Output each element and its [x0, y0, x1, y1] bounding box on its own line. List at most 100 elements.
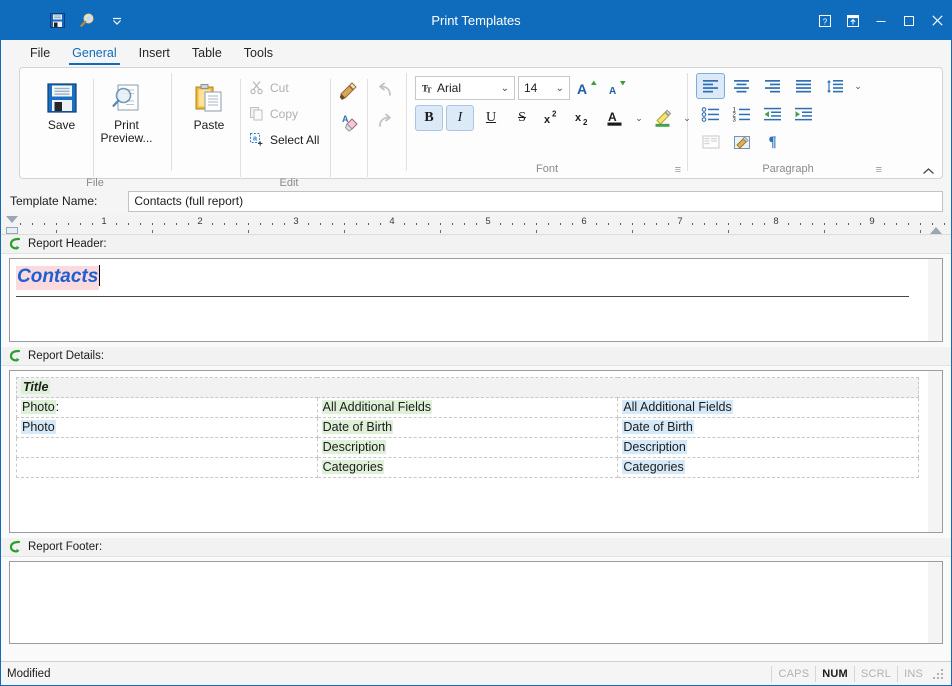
paragraph-row-3: ¶ — [696, 129, 787, 155]
cell-dob-blue[interactable]: Date of Birth — [617, 417, 919, 438]
font-dialog-launcher[interactable]: ≡ — [675, 165, 681, 176]
bullets-button[interactable] — [696, 101, 725, 127]
shrink-font-button[interactable]: A — [604, 75, 632, 101]
decrease-indent-button[interactable] — [758, 101, 787, 127]
font-color-button[interactable]: A — [601, 105, 629, 131]
select-all-button[interactable]: a Select All — [243, 127, 326, 152]
font-size-combo[interactable]: 14 ⌄ — [518, 76, 570, 100]
ribbon-display-options-button[interactable] — [839, 1, 867, 40]
clear-formatting-button[interactable]: A — [334, 108, 362, 136]
save-button[interactable]: Save — [31, 73, 93, 159]
cell-photo-label[interactable]: Photo: — [16, 397, 318, 418]
ruler-tick — [116, 223, 117, 225]
format-painter-button[interactable] — [334, 77, 362, 105]
table-row-title[interactable]: Title — [16, 377, 919, 398]
details-table[interactable]: Title Photo: All Additional Fields All A… — [16, 377, 919, 478]
section-header-report-details[interactable]: Report Details: — [1, 347, 951, 366]
field-description: Description — [321, 440, 387, 454]
status-ins[interactable]: INS — [897, 665, 929, 682]
ruler-number: 1 — [101, 216, 107, 227]
paragraph-dialog-launcher[interactable]: ≡ — [876, 165, 882, 176]
cell-additional-fields-blue[interactable]: All Additional Fields — [617, 397, 919, 418]
status-scrl[interactable]: SCRL — [853, 665, 897, 682]
qat-customize-button[interactable] — [103, 8, 131, 34]
cell-empty[interactable] — [16, 457, 318, 478]
cell-description-green[interactable]: Description — [316, 437, 619, 458]
resize-grip[interactable] — [933, 667, 947, 681]
subscript-button[interactable]: x 2 — [570, 105, 598, 131]
ruler-tick — [440, 230, 441, 233]
line-spacing-dropdown[interactable]: ⌄ — [851, 73, 865, 99]
bold-button[interactable]: B — [415, 105, 443, 131]
ruler-tick — [236, 223, 237, 225]
tab-label: Insert — [138, 45, 170, 60]
close-button[interactable] — [923, 1, 951, 40]
font-name-combo[interactable]: T T Arial ⌄ — [415, 76, 515, 100]
tab-file[interactable]: File — [19, 40, 61, 65]
increase-indent-button[interactable] — [789, 101, 818, 127]
redo-button[interactable] — [371, 108, 399, 136]
highlight-button[interactable] — [649, 105, 677, 131]
report-header-text-area[interactable]: Contacts — [10, 259, 942, 290]
copy-button[interactable]: Copy — [243, 101, 326, 126]
table-row[interactable]: Photo Date of Birth Date of Birth — [16, 417, 919, 438]
line-spacing-button[interactable] — [820, 73, 849, 99]
cell-empty[interactable] — [16, 437, 318, 458]
first-line-indent-marker[interactable] — [6, 216, 18, 223]
shading-button[interactable] — [727, 129, 756, 155]
title-cell[interactable]: Title — [16, 377, 919, 398]
underline-button[interactable]: U — [477, 105, 505, 131]
report-footer-content[interactable] — [9, 561, 943, 644]
tab-general[interactable]: General — [61, 40, 127, 65]
show-formatting-marks-button[interactable]: ¶ — [758, 129, 787, 155]
tab-insert[interactable]: Insert — [128, 40, 181, 65]
borders-button[interactable] — [696, 129, 725, 155]
paste-button[interactable]: Paste — [178, 73, 240, 159]
align-left-button[interactable] — [696, 73, 725, 99]
copy-icon — [247, 105, 265, 123]
minimize-button[interactable] — [867, 1, 895, 40]
superscript-button[interactable]: x 2 — [539, 105, 567, 131]
font-color-dropdown[interactable]: ⌄ — [632, 105, 646, 131]
align-center-button[interactable] — [727, 73, 756, 99]
align-right-button[interactable] — [758, 73, 787, 99]
tab-table[interactable]: Table — [181, 40, 233, 65]
ruler[interactable]: 1 2 3 4 5 6 7 8 9 — [1, 215, 951, 235]
align-justify-button[interactable] — [789, 73, 818, 99]
help-button[interactable]: ? — [811, 1, 839, 40]
cell-description-blue[interactable]: Description — [617, 437, 919, 458]
left-indent-marker[interactable] — [6, 227, 18, 234]
status-caps[interactable]: CAPS — [771, 665, 815, 682]
table-row[interactable]: Photo: All Additional Fields All Additio… — [16, 397, 919, 418]
right-indent-marker[interactable] — [929, 227, 942, 234]
qat-print-preview-button[interactable] — [73, 8, 101, 34]
cut-button[interactable]: Cut — [243, 75, 326, 100]
table-row[interactable]: Description Description — [16, 437, 919, 458]
cell-categories-green[interactable]: Categories — [316, 457, 619, 478]
cell-dob-green[interactable]: Date of Birth — [316, 417, 619, 438]
ruler-tick — [404, 223, 405, 225]
cell-additional-fields-green[interactable]: All Additional Fields — [316, 397, 619, 418]
strikethrough-button[interactable]: S — [508, 105, 536, 131]
template-name-input[interactable] — [128, 190, 943, 212]
ruler-tick — [212, 223, 213, 225]
undo-button[interactable] — [371, 77, 399, 105]
tab-tools[interactable]: Tools — [233, 40, 284, 65]
section-report-details: Report Details: Title Photo: All Additio… — [1, 347, 951, 538]
underline-icon: U — [485, 110, 497, 125]
italic-button[interactable]: I — [446, 105, 474, 131]
collapse-ribbon-button[interactable] — [917, 161, 939, 181]
table-row[interactable]: Categories Categories — [16, 457, 919, 478]
cell-photo-value[interactable]: Photo — [16, 417, 318, 438]
qat-save-button[interactable] — [43, 8, 71, 34]
print-preview-button[interactable]: Print Preview... — [94, 73, 160, 159]
numbering-button[interactable]: 1 2 3 — [727, 101, 756, 127]
status-num[interactable]: NUM — [815, 665, 854, 682]
report-details-content[interactable]: Title Photo: All Additional Fields All A… — [9, 370, 943, 533]
maximize-button[interactable] — [895, 1, 923, 40]
report-header-content[interactable]: Contacts — [9, 258, 943, 342]
grow-font-button[interactable]: A — [573, 75, 601, 101]
section-header-report-header[interactable]: Report Header: — [1, 235, 951, 254]
cell-categories-blue[interactable]: Categories — [617, 457, 919, 478]
section-header-report-footer[interactable]: Report Footer: — [1, 538, 951, 557]
